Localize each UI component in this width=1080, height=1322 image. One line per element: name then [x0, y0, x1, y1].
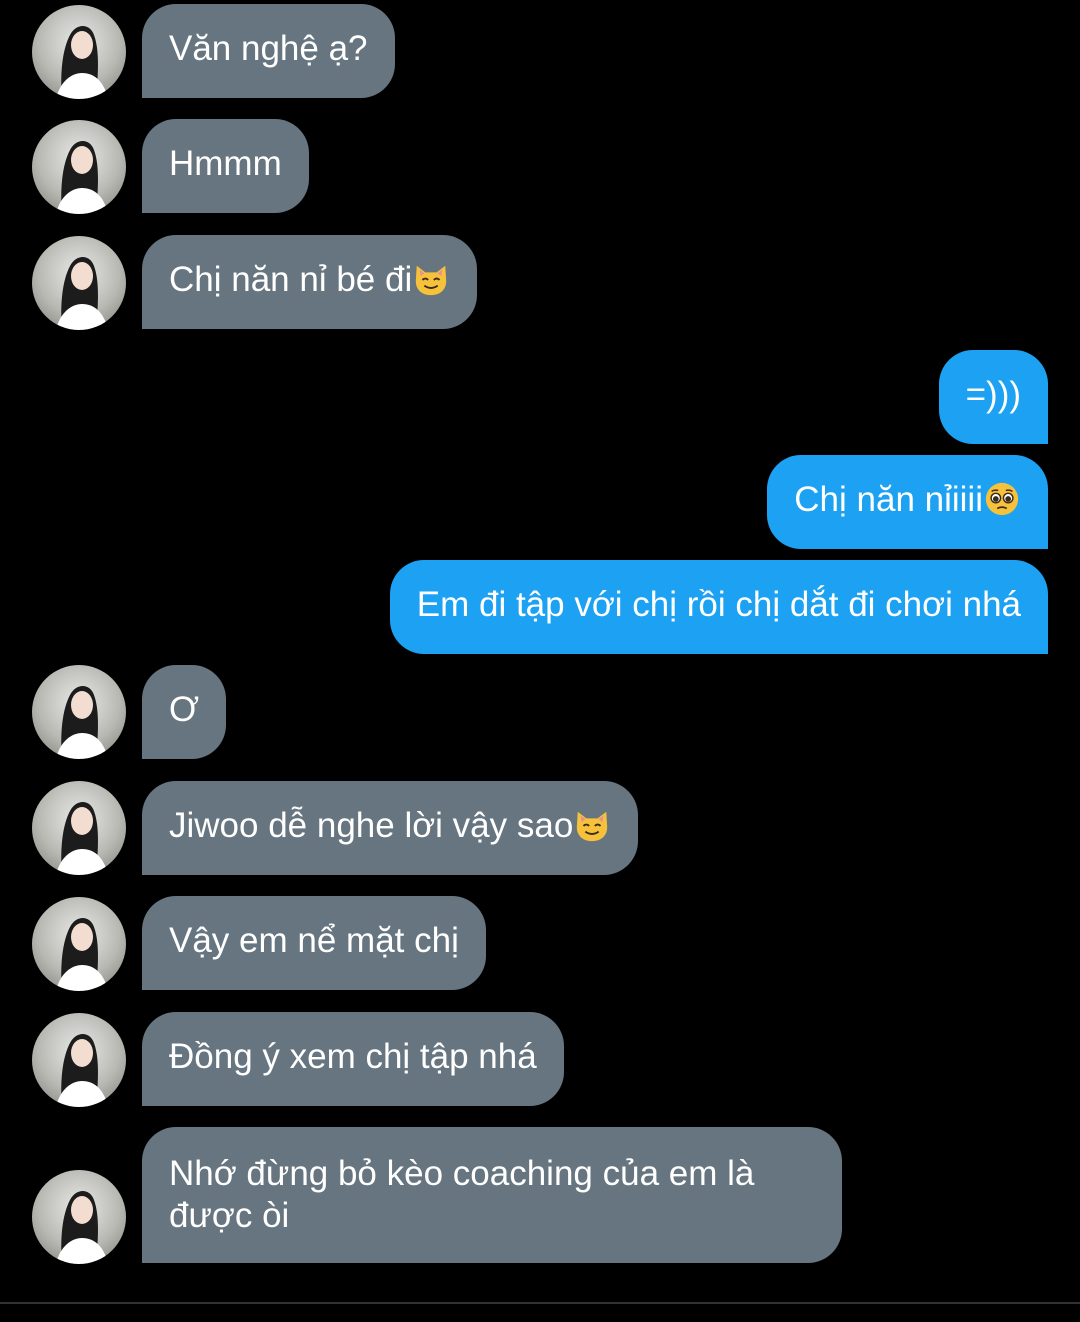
message-bubble-incoming[interactable]: Chị năn nỉ bé đi	[142, 235, 478, 329]
message-text: Jiwoo dễ nghe lời vậy sao	[169, 806, 574, 845]
message-text: Chị năn nỉ bé đi	[169, 260, 413, 299]
contact-avatar[interactable]	[32, 1013, 126, 1107]
message-text: Nhớ đừng bỏ kèo coaching của em là được …	[169, 1154, 755, 1235]
message-bubble-incoming[interactable]: Văn nghệ ạ?	[142, 4, 395, 98]
message-bubble-outgoing[interactable]: Chị năn nỉiiii	[767, 455, 1048, 549]
contact-avatar[interactable]	[32, 5, 126, 99]
message-text: Văn nghệ ạ?	[169, 29, 368, 68]
smiling-cat-emoji	[577, 811, 608, 842]
message-bubble-incoming[interactable]: Ơ	[142, 665, 227, 759]
contact-avatar[interactable]	[32, 665, 126, 759]
contact-avatar[interactable]	[32, 1170, 126, 1264]
message-text: Vậy em nể mặt chị	[169, 921, 459, 960]
message-bubble-incoming[interactable]: Jiwoo dễ nghe lời vậy sao	[142, 781, 639, 875]
smiling-cat-emoji	[416, 265, 447, 296]
contact-avatar[interactable]	[32, 120, 126, 214]
message-text: Chị năn nỉiiii	[794, 480, 983, 519]
message-bubble-outgoing[interactable]: =)))	[938, 350, 1048, 444]
message-text: =)))	[965, 375, 1021, 414]
message-text: Ơ	[169, 690, 200, 729]
contact-avatar[interactable]	[32, 781, 126, 875]
message-bubble-incoming[interactable]: Hmmm	[142, 119, 309, 213]
message-bubble-incoming[interactable]: Nhớ đừng bỏ kèo coaching của em là được …	[142, 1127, 842, 1263]
contact-avatar[interactable]	[32, 236, 126, 330]
message-thread: Văn nghệ ạ? Hmmm Chị năn nỉ bé đi =))) C…	[0, 0, 1080, 1322]
message-bubble-outgoing[interactable]: Em đi tập với chị rồi chị dắt đi chơi nh…	[389, 560, 1048, 654]
bottom-divider	[0, 1302, 1080, 1304]
pleading-face-emoji	[985, 482, 1019, 516]
message-text: Em đi tập với chị rồi chị dắt đi chơi nh…	[416, 585, 1021, 624]
message-bubble-incoming[interactable]: Vậy em nể mặt chị	[142, 896, 486, 990]
message-text: Hmmm	[169, 144, 282, 183]
message-text: Đồng ý xem chị tập nhá	[169, 1037, 537, 1076]
contact-avatar[interactable]	[32, 897, 126, 991]
message-bubble-incoming[interactable]: Đồng ý xem chị tập nhá	[142, 1012, 564, 1106]
